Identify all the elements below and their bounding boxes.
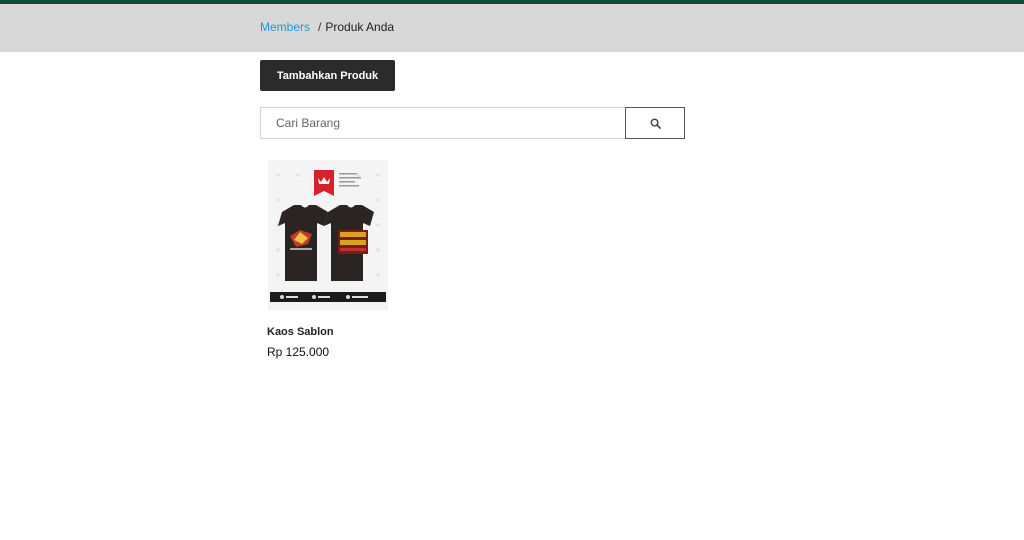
breadcrumb: Members / Produk Anda: [260, 20, 394, 34]
search-icon: [650, 118, 661, 129]
product-image[interactable]: [268, 160, 388, 310]
search-form: [260, 107, 685, 139]
breadcrumb-bar: Members / Produk Anda: [0, 4, 1024, 52]
add-product-button[interactable]: Tambahkan Produk: [260, 60, 395, 91]
search-input[interactable]: [260, 107, 625, 139]
product-name[interactable]: Kaos Sablon: [267, 326, 390, 338]
breadcrumb-current: Produk Anda: [325, 20, 395, 34]
breadcrumb-separator: /: [318, 20, 322, 34]
search-button[interactable]: [625, 107, 685, 139]
product-card[interactable]: Kaos Sablon Rp 125.000: [260, 160, 390, 359]
product-price: Rp 125.000: [267, 345, 330, 359]
breadcrumb-link-members[interactable]: Members: [260, 20, 310, 34]
tshirt-product-image-icon: [268, 160, 388, 310]
